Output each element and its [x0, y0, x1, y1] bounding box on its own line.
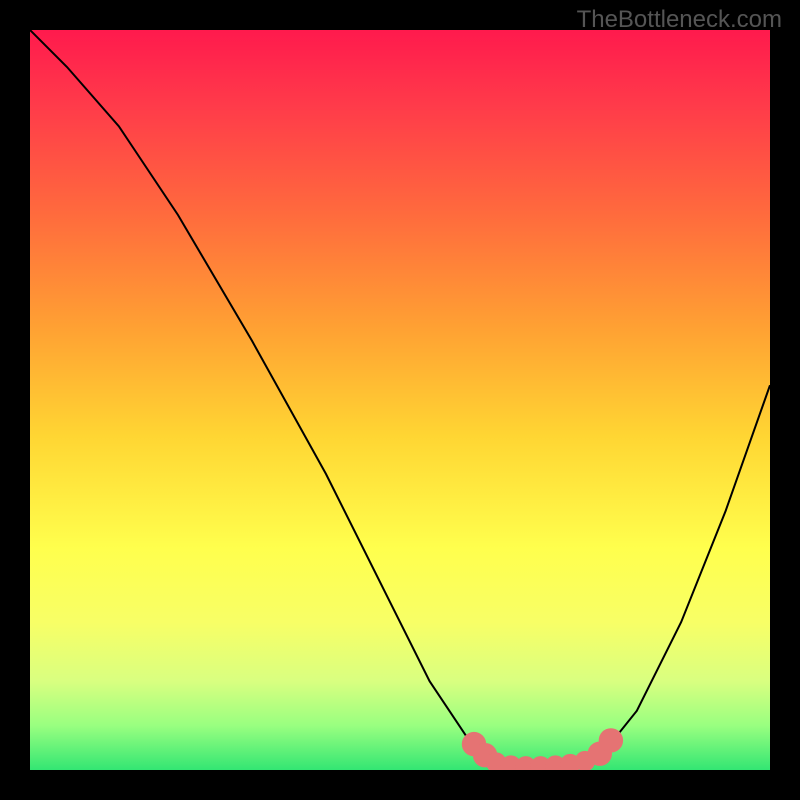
marker-point	[599, 728, 623, 752]
watermark-text: TheBottleneck.com	[577, 6, 782, 34]
chart-svg	[30, 30, 770, 770]
plot-area	[30, 30, 770, 770]
bottleneck-curve	[30, 30, 770, 766]
optimal-range-markers	[462, 728, 623, 770]
